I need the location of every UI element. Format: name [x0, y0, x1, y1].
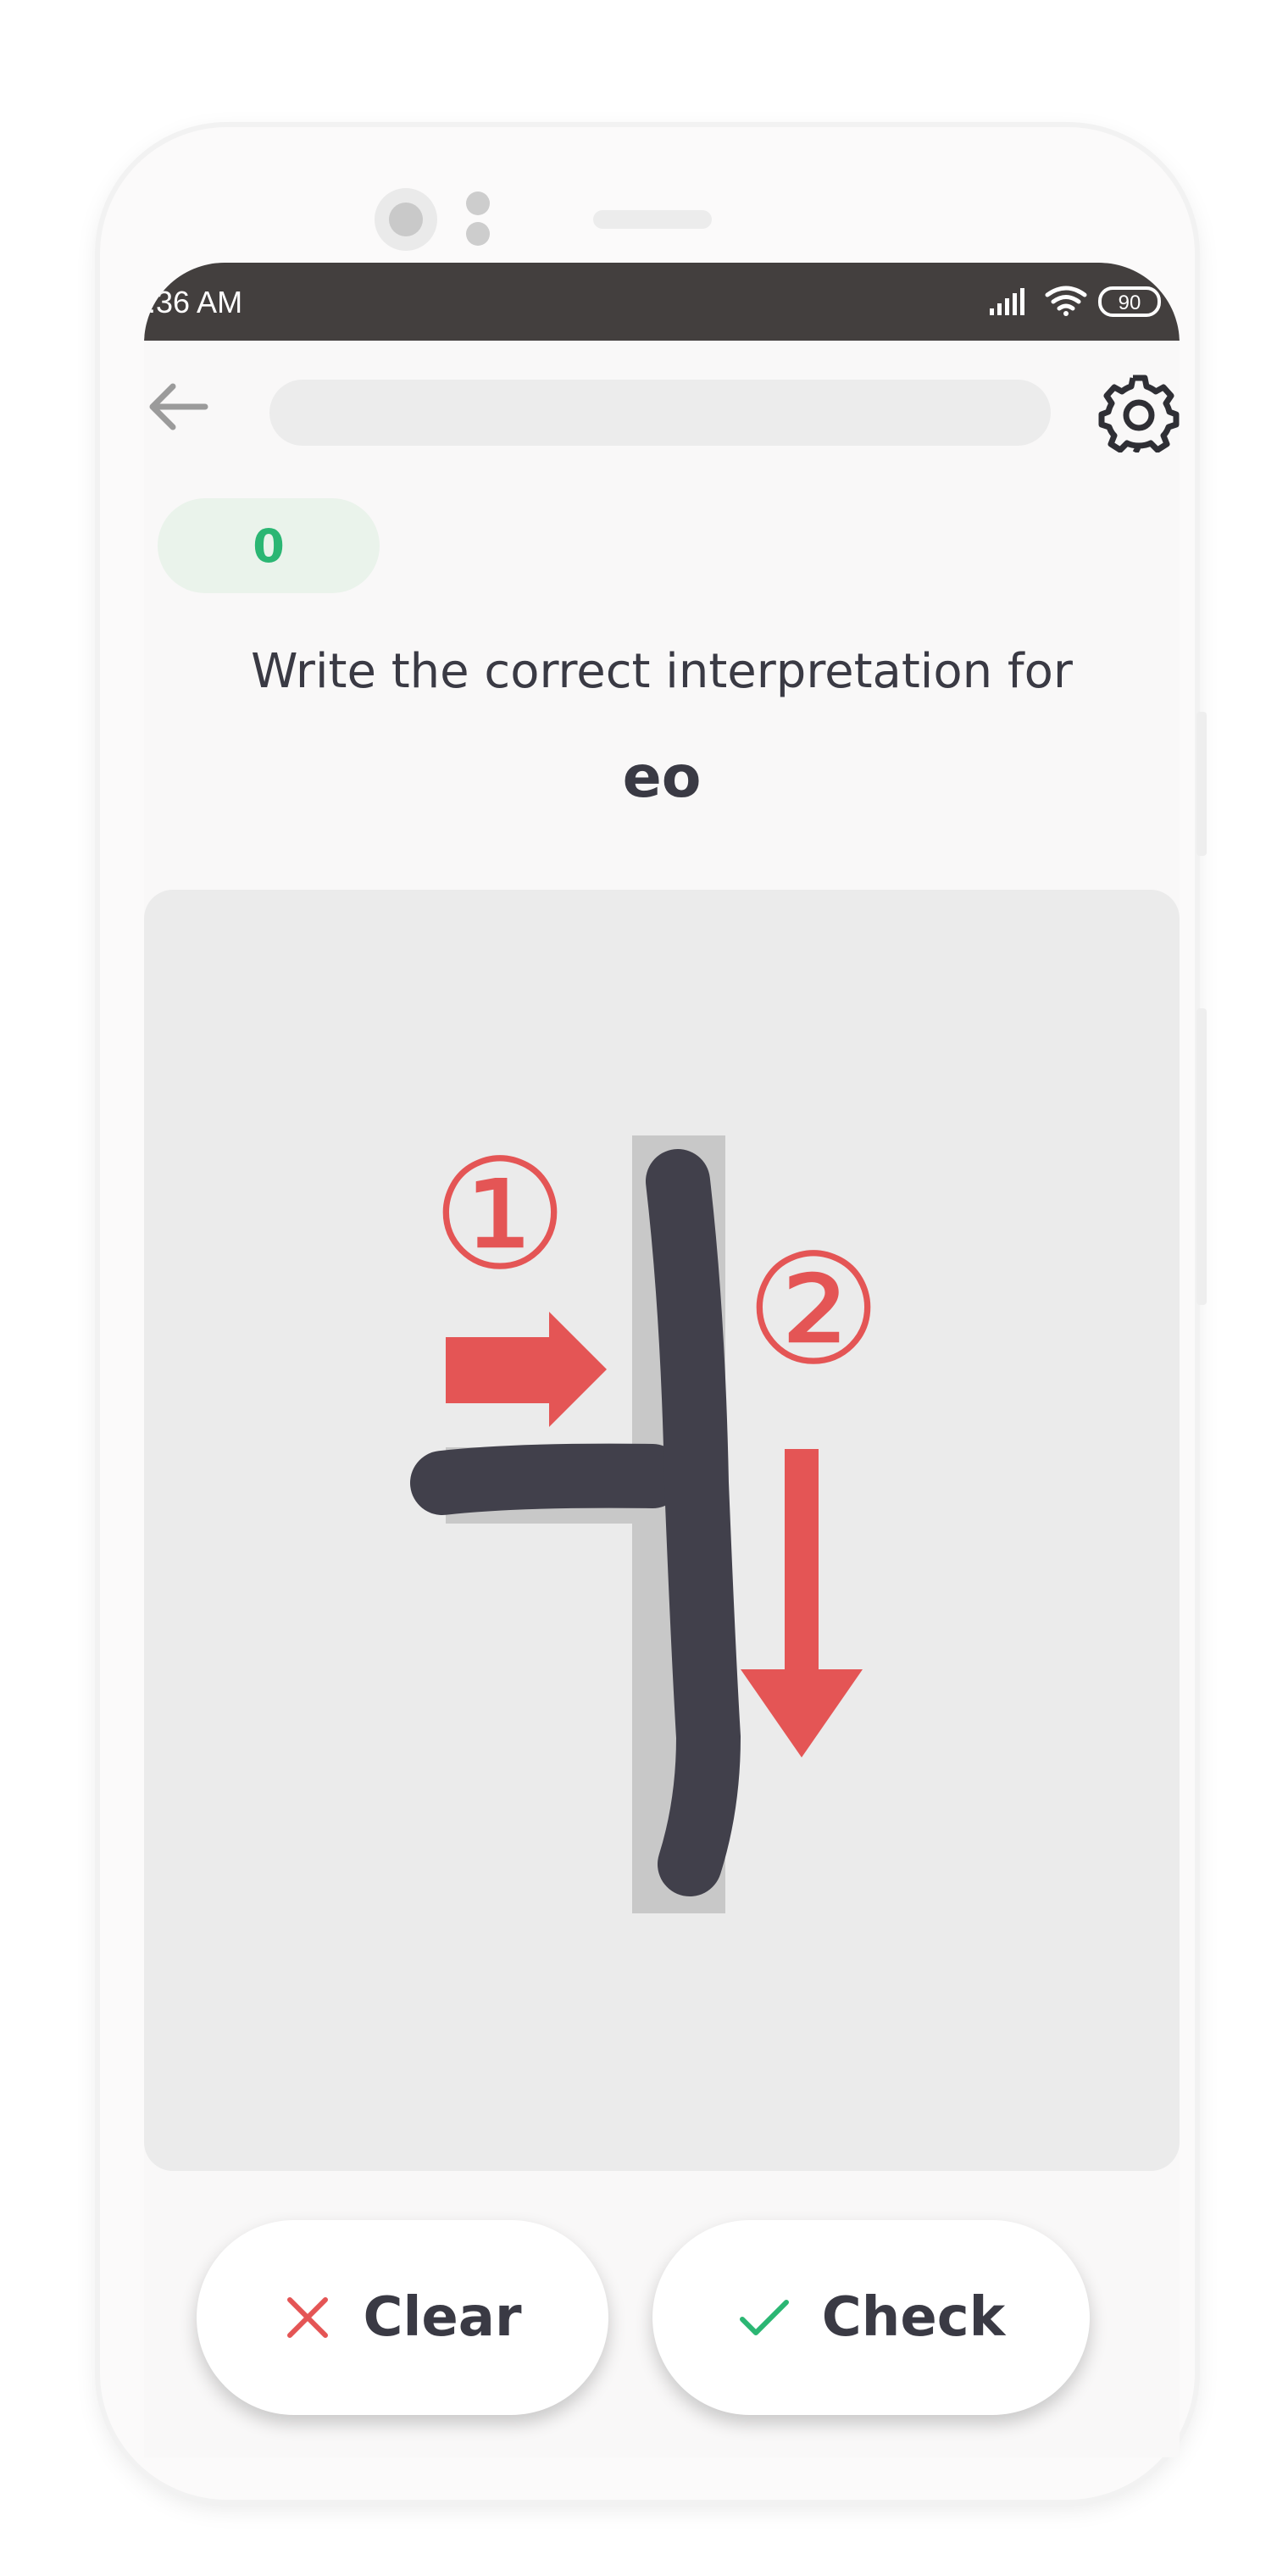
back-arrow-icon[interactable] [144, 373, 212, 441]
clear-button[interactable]: Clear [197, 2220, 608, 2415]
signal-icon [990, 288, 1024, 315]
volume-button [1196, 712, 1207, 856]
target-syllable: eo [622, 744, 702, 811]
lesson-progress-bar [269, 380, 1051, 446]
battery-level: 90 [1119, 291, 1141, 314]
drawn-stroke-horizontal [410, 1443, 685, 1515]
status-time: :36 AM [147, 285, 243, 319]
settings-gear-icon[interactable] [1098, 371, 1180, 454]
check-button[interactable]: Check [652, 2220, 1090, 2415]
sensor-top [466, 192, 490, 215]
drawing-canvas[interactable]: ① ② [144, 890, 1180, 2171]
drawn-stroke-vertical [646, 1149, 741, 1896]
step-two-marker: ② [745, 1222, 881, 1399]
right-arrow-icon [446, 1312, 607, 1427]
app-screen: :36 AM 90 0 Write the correct interpreta… [144, 263, 1180, 2457]
question-prompt: Write the correct interpretation for [251, 644, 1073, 699]
step-one-marker: ① [431, 1127, 568, 1304]
clear-label: Clear [363, 2286, 522, 2349]
close-x-icon [287, 2297, 329, 2338]
wifi-icon [1045, 286, 1087, 316]
check-label: Check [821, 2286, 1006, 2349]
status-icons: 90 [990, 283, 1168, 324]
battery-icon: 90 [1098, 286, 1161, 317]
camera-lens [389, 203, 423, 236]
score-badge: 0 [158, 498, 380, 593]
status-bar: :36 AM 90 [144, 263, 1180, 341]
down-arrow-icon [741, 1449, 863, 1757]
earpiece-speaker [593, 210, 712, 229]
checkmark-icon [739, 2300, 789, 2335]
sensor-bottom [466, 222, 490, 246]
power-button [1196, 1008, 1207, 1305]
